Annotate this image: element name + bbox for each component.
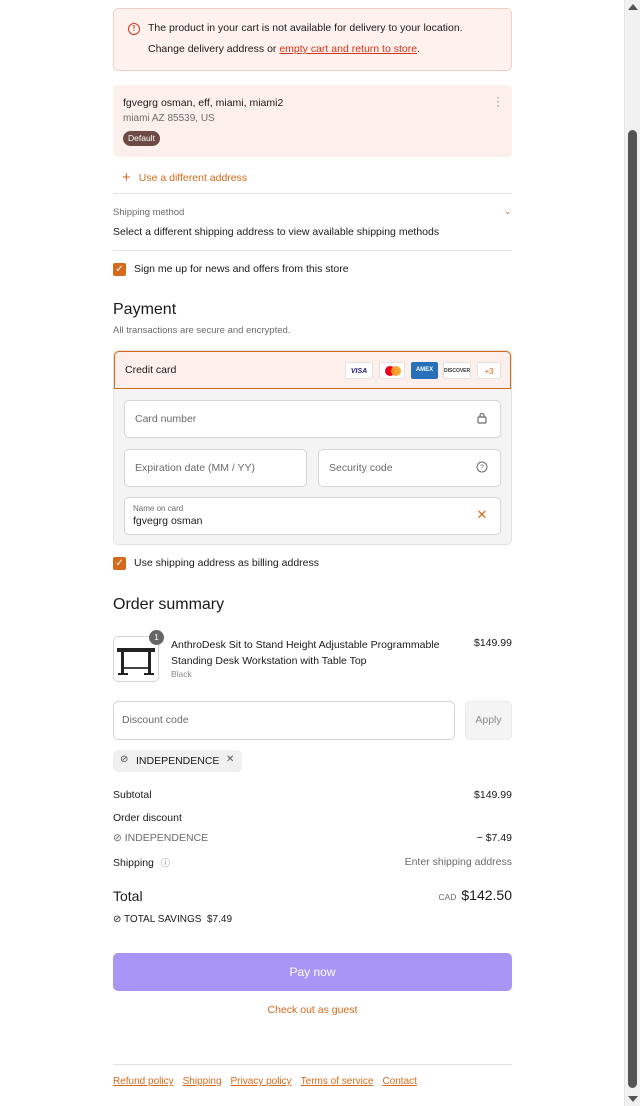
divider — [113, 250, 512, 251]
payment-heading: Payment — [113, 301, 177, 318]
lock-icon — [476, 412, 488, 424]
default-badge: Default — [123, 131, 160, 146]
more-options-icon[interactable]: · · · — [496, 91, 500, 111]
total-savings: ⊘ TOTAL SAVINGS $7.49 — [113, 914, 232, 925]
contact-link[interactable]: Contact — [382, 1076, 416, 1087]
applied-discount-chip: ⊘ INDEPENDENCE ✕ — [113, 750, 242, 772]
total-amount: CAD $142.50 — [438, 887, 512, 903]
help-icon[interactable]: ? — [476, 461, 488, 473]
shipping-label: Shipping — [113, 857, 154, 869]
banner-action-line: Change delivery address or empty cart an… — [148, 43, 420, 55]
use-different-address-button[interactable]: + Use a different address — [122, 168, 248, 186]
security-code-placeholder: Security code — [329, 462, 393, 474]
pay-now-button[interactable]: Pay now — [113, 953, 512, 991]
name-on-card-label: Name on card — [133, 504, 184, 513]
more-cards-badge: +3 — [477, 362, 501, 379]
terms-of-service-link[interactable]: Terms of service — [301, 1076, 374, 1087]
svg-text:?: ? — [480, 465, 484, 472]
applied-discount-code: INDEPENDENCE — [136, 755, 220, 767]
help-icon[interactable]: ⓘ — [161, 858, 170, 868]
tag-icon: ⊘ — [113, 832, 125, 844]
address-city-line: miami AZ 85539, US — [123, 113, 215, 124]
order-summary-heading: Order summary — [113, 596, 225, 613]
subtotal-value: $149.99 — [474, 789, 512, 801]
clear-icon[interactable]: ✕ — [476, 508, 488, 521]
address-name-line: fgvegrg osman, eff, miami, miami2 — [123, 97, 284, 109]
name-on-card-input[interactable]: Name on card fgvegrg osman ✕ — [124, 497, 501, 535]
subtotal-label: Subtotal — [113, 789, 152, 801]
divider — [113, 193, 512, 194]
guest-checkout-link[interactable]: Check out as guest — [113, 1004, 512, 1016]
scrollbar-thumb[interactable] — [628, 130, 637, 1088]
discount-code-input[interactable]: Discount code — [113, 701, 455, 740]
discount-code-row: ⊘ INDEPENDENCE — [113, 832, 208, 844]
shipping-method-label: Shipping method — [113, 207, 185, 218]
payment-method-box: Credit card VISA AMEX DISCOVER +3 Card n… — [113, 350, 512, 545]
billing-same-label: Use shipping address as billing address — [134, 557, 320, 569]
banner-message: The product in your cart is not availabl… — [148, 22, 463, 34]
card-number-input[interactable]: Card number — [124, 400, 501, 438]
shipping-value: Enter shipping address — [404, 856, 512, 868]
amex-icon: AMEX — [411, 362, 438, 379]
expiration-placeholder: Expiration date (MM / YY) — [135, 462, 256, 474]
expiration-date-input[interactable]: Expiration date (MM / YY) — [124, 449, 307, 487]
currency-code: CAD — [438, 892, 457, 902]
product-name: AnthroDesk Sit to Stand Height Adjustabl… — [171, 639, 440, 667]
privacy-policy-link[interactable]: Privacy policy — [231, 1076, 292, 1087]
apply-discount-button[interactable]: Apply — [465, 701, 512, 740]
discount-value: − $7.49 — [476, 832, 512, 844]
payment-subtitle: All transactions are secure and encrypte… — [113, 325, 291, 336]
empty-cart-link[interactable]: empty cart and return to store — [279, 43, 417, 55]
scroll-down-icon[interactable] — [628, 1096, 638, 1102]
savings-tag-icon: ⊘ — [113, 914, 124, 925]
divider — [113, 1064, 512, 1065]
credit-card-option[interactable]: Credit card VISA AMEX DISCOVER +3 — [114, 351, 511, 389]
warning-icon: ! — [128, 23, 140, 35]
total-label: Total — [113, 888, 143, 904]
shipping-method-message: Select a different shipping address to v… — [113, 226, 440, 238]
newsletter-checkbox[interactable]: ✓ — [113, 263, 126, 276]
remove-discount-icon[interactable]: ✕ — [226, 754, 234, 765]
footer-links: Refund policy Shipping Privacy policy Terms… — [113, 1076, 426, 1087]
discount-code-placeholder: Discount code — [122, 714, 189, 726]
security-code-input[interactable]: Security code ? — [318, 449, 501, 487]
use-different-address-label: Use a different address — [138, 172, 248, 184]
total-value: $142.50 — [461, 887, 512, 903]
discover-icon: DISCOVER — [443, 362, 471, 379]
newsletter-label: Sign me up for news and offers from this… — [134, 263, 349, 275]
shipping-row: Shipping ⓘ — [113, 856, 170, 869]
order-discount-label: Order discount — [113, 812, 182, 824]
delivery-error-banner: ! The product in your cart is not availa… — [113, 8, 512, 71]
credit-card-label: Credit card — [125, 364, 177, 376]
discount-code-name: INDEPENDENCE — [124, 832, 209, 844]
banner-action-prefix: Change delivery address or — [148, 43, 280, 55]
scroll-up-icon[interactable] — [628, 4, 638, 10]
plus-icon: + — [122, 169, 131, 186]
tag-icon: ⊘ — [120, 754, 129, 765]
mastercard-icon — [379, 362, 405, 379]
product-variant: Black — [171, 669, 192, 679]
chevron-down-icon[interactable]: ⌄ — [504, 206, 512, 217]
shipping-policy-link[interactable]: Shipping — [183, 1076, 222, 1087]
savings-value: $7.49 — [206, 914, 233, 925]
visa-icon: VISA — [345, 362, 373, 379]
billing-same-checkbox[interactable]: ✓ — [113, 557, 126, 570]
name-on-card-value: fgvegrg osman — [133, 515, 203, 527]
page-scrollbar[interactable] — [624, 0, 640, 1106]
saved-address-card[interactable]: fgvegrg osman, eff, miami, miami2 miami … — [113, 85, 512, 157]
savings-label: TOTAL SAVINGS — [123, 914, 202, 925]
refund-policy-link[interactable]: Refund policy — [113, 1076, 174, 1087]
card-number-placeholder: Card number — [135, 413, 197, 425]
banner-action-suffix: . — [417, 43, 420, 55]
product-price: $149.99 — [474, 637, 512, 649]
quantity-badge: 1 — [149, 630, 164, 645]
